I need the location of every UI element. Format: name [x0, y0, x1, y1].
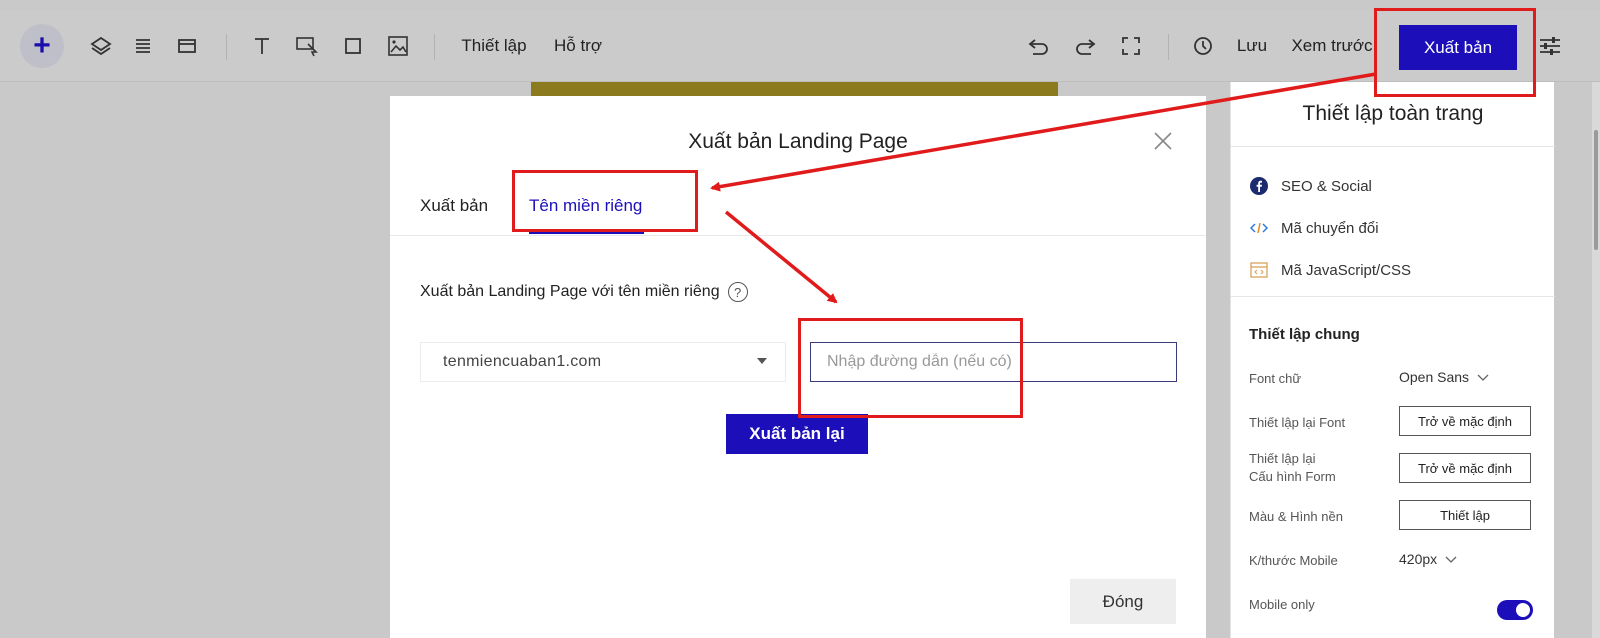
reset-form-button[interactable]: Trở về mặc định — [1399, 453, 1531, 483]
panel-link-label: Mã JavaScript/CSS — [1281, 261, 1412, 279]
button-tool-icon[interactable] — [294, 10, 320, 82]
facebook-icon — [1249, 176, 1269, 196]
tab-divider — [390, 235, 1206, 236]
redo-icon[interactable] — [1072, 10, 1098, 82]
save-button[interactable]: Lưu — [1232, 10, 1272, 82]
page-settings-panel: Thiết lập toàn trang SEO & Social Mã chu… — [1230, 82, 1555, 638]
close-button[interactable]: Đóng — [1070, 579, 1176, 624]
highlight-custom-domain-tab — [512, 170, 698, 232]
script-icon — [1249, 260, 1269, 280]
preview-button[interactable]: Xem trước — [1290, 10, 1374, 82]
reset-form-label: Thiết lập lại Cấu hình Form — [1249, 450, 1336, 486]
reset-form-label-line2: Cấu hình Form — [1249, 469, 1336, 484]
undo-icon[interactable] — [1026, 10, 1052, 82]
mobile-size-value: 420px — [1399, 551, 1438, 567]
history-icon[interactable] — [1190, 10, 1216, 82]
highlight-publish-button — [1374, 8, 1536, 97]
panel-link-label: SEO & Social — [1281, 177, 1372, 195]
reset-font-button[interactable]: Trở về mặc định — [1399, 406, 1531, 436]
canvas-page-strip — [531, 82, 1058, 96]
reset-form-label-line1: Thiết lập lại — [1249, 451, 1316, 466]
active-tab-indicator — [529, 232, 644, 234]
panel-link-seo-social[interactable]: SEO & Social — [1249, 176, 1372, 196]
domain-select-value: tenmiencuaban1.com — [443, 353, 602, 370]
fullscreen-icon[interactable] — [1118, 10, 1144, 82]
mobile-only-label: Mobile only — [1249, 597, 1315, 612]
background-settings-button[interactable]: Thiết lập — [1399, 500, 1531, 530]
font-select[interactable]: Open Sans — [1399, 369, 1489, 385]
font-value: Open Sans — [1399, 369, 1470, 385]
box-tool-icon[interactable] — [342, 10, 364, 82]
section-title-general: Thiết lập chung — [1249, 326, 1360, 343]
popup-icon[interactable] — [176, 10, 198, 82]
font-label: Font chữ — [1249, 371, 1302, 386]
panel-link-conversion-code[interactable]: Mã chuyển đổi — [1249, 218, 1379, 238]
custom-domain-description: Xuất bản Landing Page với tên miền riêng… — [420, 282, 748, 302]
reset-font-label: Thiết lập lại Font — [1249, 415, 1346, 430]
image-tool-icon[interactable] — [386, 10, 410, 82]
text-tool-icon[interactable] — [250, 10, 274, 82]
toolbar-divider — [1168, 34, 1169, 60]
background-label: Màu & Hình nền — [1249, 509, 1343, 524]
toolbar-divider — [434, 34, 435, 60]
panel-divider — [1231, 146, 1555, 147]
panel-title: Thiết lập toàn trang — [1302, 102, 1484, 125]
sections-icon[interactable] — [132, 10, 154, 82]
top-toolbar: + Thiết lập Hỗ trợ Lưu Xem trước Xuất bả… — [0, 10, 1600, 82]
help-icon[interactable]: ? — [727, 282, 748, 302]
toolbar-divider — [226, 34, 227, 60]
settings-menu[interactable]: Thiết lập — [456, 10, 532, 82]
republish-button[interactable]: Xuất bản lại — [726, 414, 868, 454]
chevron-down-icon — [1445, 551, 1457, 567]
highlight-path-input — [798, 318, 1023, 418]
sliders-icon[interactable] — [1534, 10, 1566, 82]
domain-select[interactable]: tenmiencuaban1.com — [420, 342, 786, 382]
add-element-button[interactable]: + — [20, 24, 64, 68]
modal-title: Xuất bản Landing Page — [688, 130, 908, 153]
chevron-down-icon — [1477, 369, 1489, 385]
mobile-size-label: K/thước Mobile — [1249, 553, 1338, 568]
close-icon[interactable] — [1150, 128, 1176, 154]
tab-publish[interactable]: Xuất bản — [420, 196, 488, 216]
code-icon — [1249, 218, 1269, 238]
page-scrollbar-thumb[interactable] — [1594, 130, 1598, 250]
caret-down-icon — [757, 358, 767, 364]
panel-link-label: Mã chuyển đổi — [1281, 219, 1379, 237]
help-menu[interactable]: Hỗ trợ — [550, 10, 606, 82]
panel-link-js-css[interactable]: Mã JavaScript/CSS — [1249, 260, 1411, 280]
layers-icon[interactable] — [88, 10, 114, 82]
mobile-size-select[interactable]: 420px — [1399, 551, 1457, 567]
description-text: Xuất bản Landing Page với tên miền riêng — [420, 283, 720, 300]
mobile-only-toggle[interactable] — [1497, 600, 1533, 620]
panel-divider — [1231, 296, 1555, 297]
